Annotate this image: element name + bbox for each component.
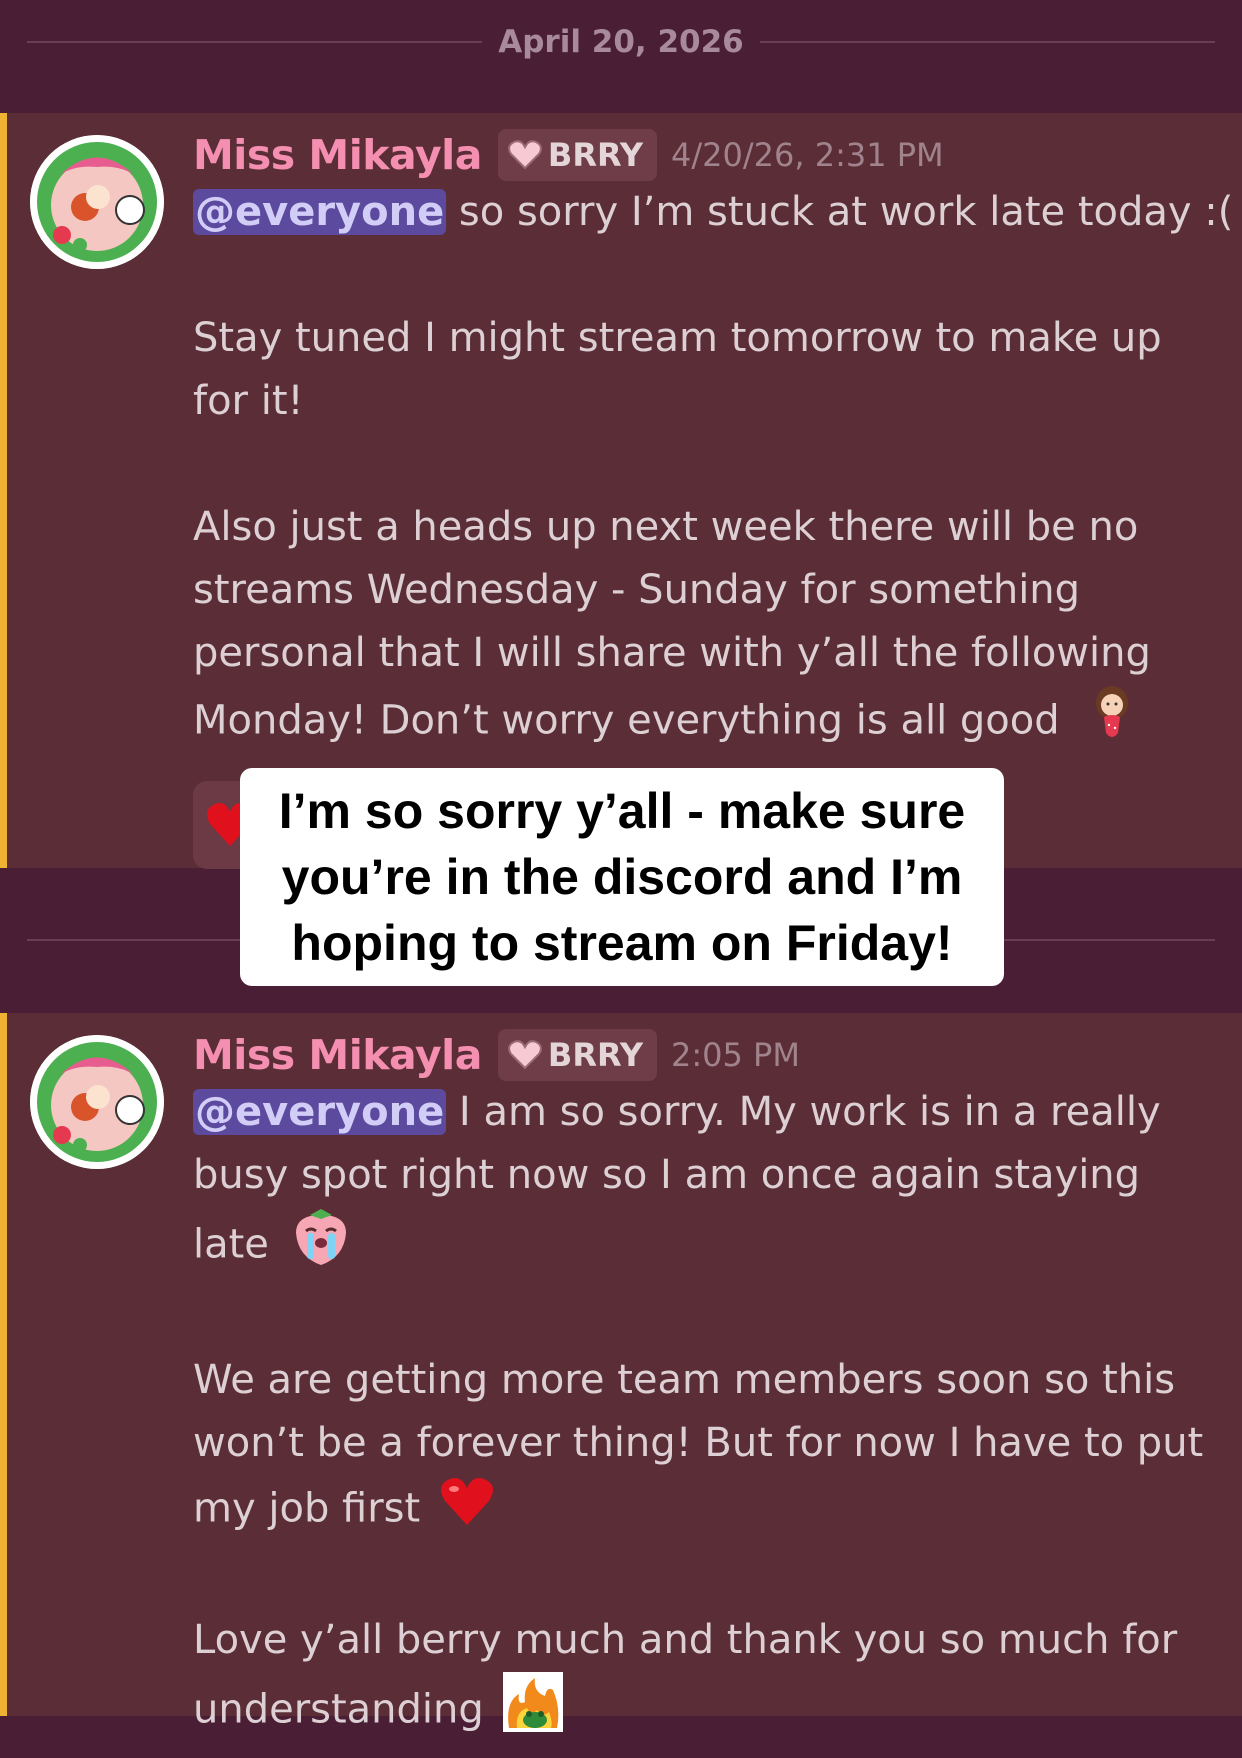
girl-with-strawberry-emoji — [1090, 685, 1134, 760]
message-text: personal that I will share with y’all th… — [193, 630, 1151, 676]
heart-badge-icon — [508, 140, 542, 170]
divider-line — [27, 41, 482, 43]
message-text: We are getting more team members soon so… — [193, 1357, 1176, 1403]
everyone-mention[interactable]: @everyone — [193, 189, 447, 235]
timestamp[interactable]: 2:05 PM — [671, 1036, 800, 1074]
message-text: late — [193, 1221, 269, 1268]
message-text: my job first — [193, 1485, 421, 1532]
server-tag[interactable]: BRRY — [497, 129, 658, 181]
timestamp[interactable]: 4/20/26, 2:31 PM — [671, 136, 944, 174]
message-content: @everyone I am so sorry. My work is in a… — [193, 1081, 1223, 1751]
server-tag[interactable]: BRRY — [497, 1029, 658, 1081]
message-text: so sorry I’m stuck at work late today :( — [446, 189, 1234, 235]
crying-strawberry-emoji — [292, 1207, 350, 1286]
divider-date: April 20, 2026 — [498, 24, 744, 60]
message-1[interactable]: Miss Mikayla BRRY 4/20/26, 2:31 PM @ever… — [0, 113, 1242, 869]
server-tag-label: BRRY — [547, 1036, 644, 1074]
message-content: @everyone so sorry I’m stuck at work lat… — [193, 181, 1233, 760]
message-header: Miss Mikayla BRRY 4/20/26, 2:31 PM — [193, 125, 944, 185]
message-text: Stay tuned I might stream tomorrow to ma… — [193, 315, 1162, 361]
message-2[interactable]: Miss Mikayla BRRY 2:05 PM @everyone I am… — [0, 1013, 1242, 1733]
message-text: Monday! Don’t worry everything is all go… — [193, 697, 1060, 744]
everyone-mention[interactable]: @everyone — [193, 1089, 447, 1135]
divider-line — [760, 41, 1215, 43]
username[interactable]: Miss Mikayla — [193, 131, 482, 179]
message-text: Love y’all berry much and thank you so m… — [193, 1617, 1178, 1663]
user-avatar[interactable] — [30, 135, 164, 269]
message-text: busy spot right now so I am once again s… — [193, 1152, 1141, 1198]
username[interactable]: Miss Mikayla — [193, 1031, 482, 1079]
message-header: Miss Mikayla BRRY 2:05 PM — [193, 1025, 800, 1085]
red-heart-emoji — [439, 1475, 495, 1546]
video-caption-overlay: I’m so sorry y’all - make sure you’re in… — [240, 768, 1004, 986]
message-text: Also just a heads up next week there wil… — [193, 504, 1139, 550]
message-text: for it! — [193, 378, 304, 424]
message-text: won’t be a forever thing! But for now I … — [193, 1420, 1204, 1466]
message-text: understanding — [193, 1686, 484, 1733]
message-text: streams Wednesday - Sunday for something — [193, 567, 1081, 613]
frog-fire-emoji — [502, 1672, 563, 1751]
heart-badge-icon — [508, 1040, 542, 1070]
server-tag-label: BRRY — [547, 136, 644, 174]
user-avatar[interactable] — [30, 1035, 164, 1169]
caption-text: I’m so sorry y’all - make sure you’re in… — [278, 783, 966, 971]
message-text: I am so sorry. My work is in a really — [446, 1089, 1161, 1135]
date-divider: April 20, 2026 — [0, 0, 1242, 84]
